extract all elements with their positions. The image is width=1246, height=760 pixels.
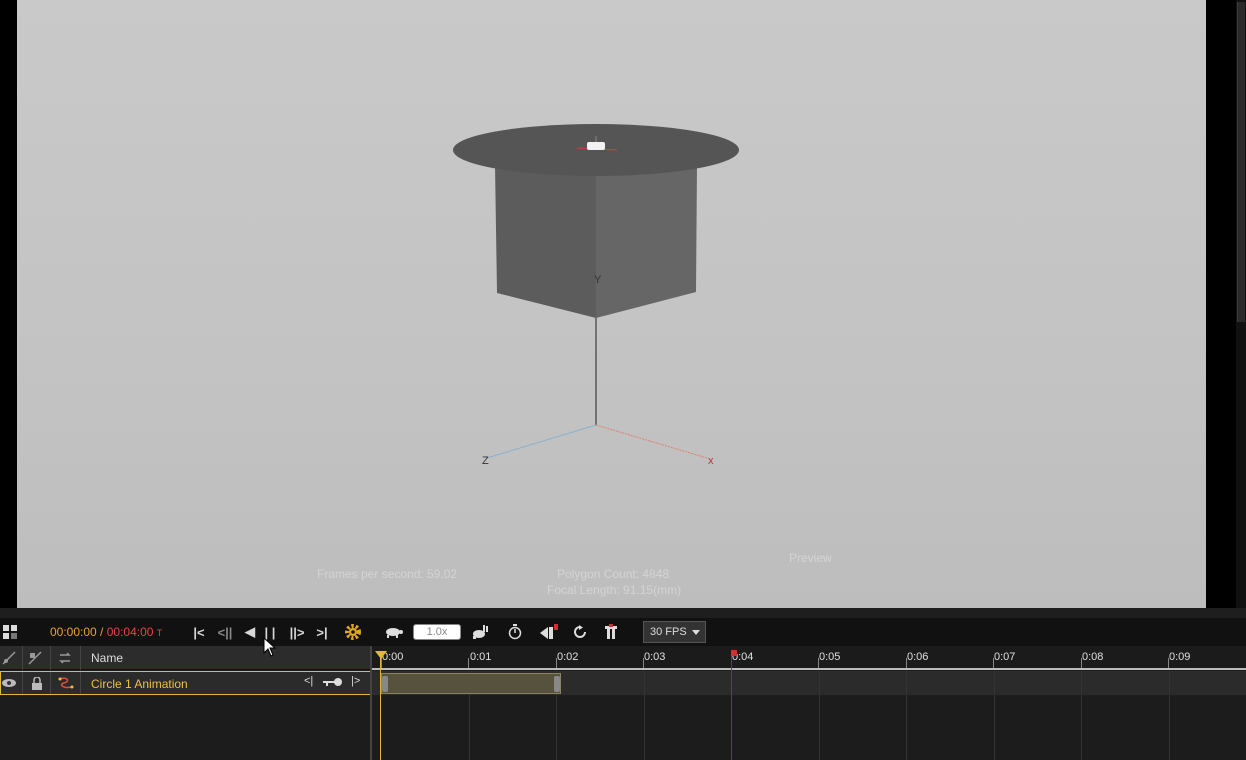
ruler-label: 0:08 (1082, 651, 1104, 663)
mouse-cursor-icon (263, 637, 277, 657)
box-right-face (596, 165, 697, 318)
app-window: Y Z x Frames per second: 59.02 Polygon C… (0, 0, 1246, 760)
time-readout: 00:00:00 / 00:04:00 T (50, 625, 162, 639)
polygon-count-stat: Polygon Count: 4848 (557, 567, 670, 581)
ruler-tick (818, 658, 819, 668)
settings-gear-icon[interactable] (342, 618, 364, 646)
x-axis-label: x (708, 455, 714, 467)
z-axis-line (486, 424, 597, 459)
z-axis-label: Z (482, 455, 489, 467)
playhead-handle[interactable] (375, 651, 387, 659)
timeline-grid[interactable] (372, 696, 1246, 760)
ruler-tick (468, 658, 469, 668)
add-keyframe-key-icon[interactable] (323, 677, 343, 690)
transport-bar: 00:00:00 / 00:04:00 T |< <|| ◀ | | ||> >… (0, 618, 1246, 646)
ruler-tick (1168, 658, 1169, 668)
layout-toggle-icon[interactable] (2, 618, 18, 646)
fps-dropdown[interactable]: 30 FPS (643, 621, 706, 643)
play-reverse-button[interactable]: ◀ (241, 618, 259, 646)
grid-line (994, 671, 995, 760)
ruler-label: 0:01 (470, 651, 492, 663)
row-divider (22, 672, 23, 694)
box-left-face (495, 165, 596, 318)
y-axis-label: Y (594, 274, 602, 286)
animation-clip[interactable] (381, 673, 561, 694)
go-to-start-button[interactable]: |< (189, 618, 209, 646)
next-key-button[interactable]: ||> (285, 618, 309, 646)
fps-stat: Frames per second: 59.02 (317, 567, 458, 581)
path-toggle-all-icon[interactable] (56, 649, 74, 667)
playback-speed-input[interactable]: 1.0x (413, 624, 461, 640)
grid-line (1169, 671, 1170, 760)
next-keyframe-button[interactable]: |> (351, 675, 360, 687)
header-divider (22, 646, 23, 670)
previous-keyframe-button[interactable]: <| (304, 675, 313, 687)
focal-length-stat: Focal Length: 91.15(mm) (547, 583, 682, 597)
x-axis-line (595, 424, 708, 459)
end-marker-line[interactable] (731, 652, 732, 760)
track-list-empty-area (0, 696, 371, 760)
total-time[interactable]: 00:04:00 (107, 625, 154, 639)
motion-path-icon[interactable] (57, 674, 75, 692)
fast-speed-rabbit-icon[interactable] (469, 618, 491, 646)
scene-render (453, 124, 739, 459)
lock-toggle-all-icon[interactable] (26, 649, 44, 667)
eye-icon[interactable] (0, 674, 18, 692)
ruler-tick (381, 658, 382, 668)
ruler-tick (1081, 658, 1082, 668)
visibility-toggle-all-icon[interactable] (0, 649, 18, 667)
clip-start-handle[interactable] (382, 676, 388, 692)
ruler-label: 0:09 (1169, 651, 1191, 663)
previous-key-button[interactable]: <|| (213, 618, 237, 646)
vertical-scrollbar[interactable] (1236, 0, 1246, 608)
ruler-tick (906, 658, 907, 668)
ruler-label: 0:03 (644, 651, 666, 663)
end-marker-handle[interactable] (731, 650, 737, 656)
time-mode-indicator[interactable]: T (157, 628, 163, 638)
row-divider (50, 672, 51, 694)
ruler-tick (643, 658, 644, 668)
ruler-label: 0:05 (819, 651, 841, 663)
grid-line (1081, 671, 1082, 760)
current-time: 00:00:00 (50, 625, 97, 639)
header-divider (80, 646, 81, 670)
chevron-down-icon (692, 630, 700, 635)
timeline-panel: 00:00:00 / 00:04:00 T |< <|| ◀ | | ||> >… (0, 608, 1246, 760)
ruler-label: 0:02 (557, 651, 579, 663)
name-column-header[interactable]: Name (91, 651, 123, 665)
gizmo-handle[interactable] (587, 142, 605, 150)
preview-label: Preview (789, 551, 832, 565)
lock-icon[interactable] (28, 674, 46, 692)
clip-end-handle[interactable] (554, 676, 560, 692)
go-to-end-button[interactable]: >| (312, 618, 332, 646)
time-ruler[interactable]: 0:00 0:01 0:02 0:03 0:04 0:05 0:06 0:07 … (372, 646, 1246, 670)
playhead-line[interactable] (380, 652, 381, 760)
track-name-label[interactable]: Circle 1 Animation (91, 677, 188, 691)
grid-line (906, 671, 907, 760)
scrollbar-thumb[interactable] (1237, 2, 1245, 322)
row-divider (80, 672, 81, 694)
loop-icon[interactable] (570, 618, 590, 646)
ruler-tick (993, 658, 994, 668)
ruler-tick (556, 658, 557, 668)
track-list-header: Name (0, 646, 371, 670)
grid-line (819, 671, 820, 760)
grid-line (644, 671, 645, 760)
ruler-label: 0:06 (907, 651, 929, 663)
rewind-marker-icon[interactable] (538, 618, 560, 646)
trim-marker-icon[interactable] (601, 618, 621, 646)
fps-dropdown-value: 30 FPS (650, 626, 687, 638)
stopwatch-icon[interactable] (505, 618, 525, 646)
3d-viewport[interactable]: Y Z x Frames per second: 59.02 Polygon C… (17, 0, 1206, 608)
track-row[interactable]: Circle 1 Animation <| |> (0, 671, 371, 695)
header-divider (50, 646, 51, 670)
slow-speed-turtle-icon[interactable] (382, 618, 406, 646)
ruler-label: 0:07 (994, 651, 1016, 663)
time-separator: / (96, 625, 107, 639)
